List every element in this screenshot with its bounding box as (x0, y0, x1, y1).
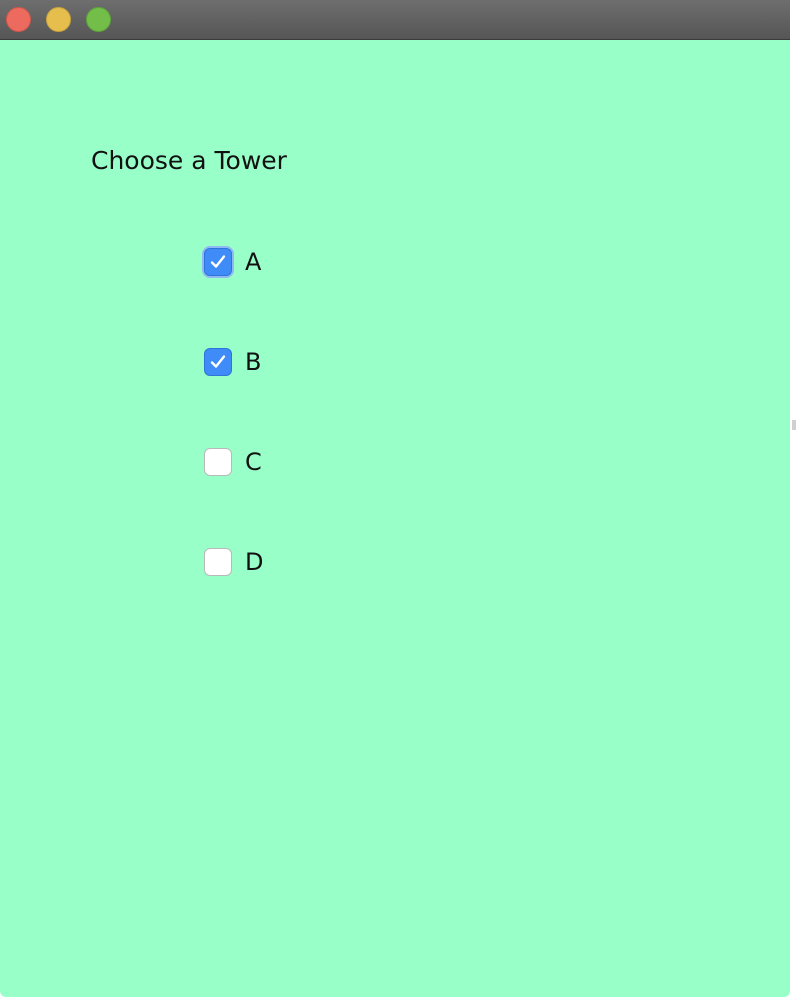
window-edge (790, 0, 796, 997)
app-window: Choose a Tower A B C D (0, 0, 790, 997)
tower-b-label: B (245, 348, 262, 376)
tower-d-checkbox[interactable] (204, 548, 232, 576)
tower-b-checkbox[interactable] (204, 348, 232, 376)
resize-handle[interactable] (792, 420, 796, 430)
tower-option-b[interactable]: B (204, 347, 261, 377)
checkmark-icon (210, 355, 226, 368)
zoom-window-button[interactable] (86, 7, 111, 32)
tower-option-d[interactable]: D (204, 547, 263, 577)
tower-a-label: A (245, 248, 262, 276)
close-window-button[interactable] (6, 7, 31, 32)
tower-c-checkbox[interactable] (204, 448, 232, 476)
tower-c-label: C (245, 448, 262, 476)
checkmark-icon (210, 255, 226, 268)
tower-a-checkbox[interactable] (204, 248, 232, 276)
title-bar[interactable] (0, 0, 790, 40)
tower-option-a[interactable]: A (204, 247, 261, 277)
page-title: Choose a Tower (91, 146, 287, 175)
minimize-window-button[interactable] (46, 7, 71, 32)
tower-d-label: D (245, 548, 264, 576)
tower-option-c[interactable]: C (204, 447, 262, 477)
